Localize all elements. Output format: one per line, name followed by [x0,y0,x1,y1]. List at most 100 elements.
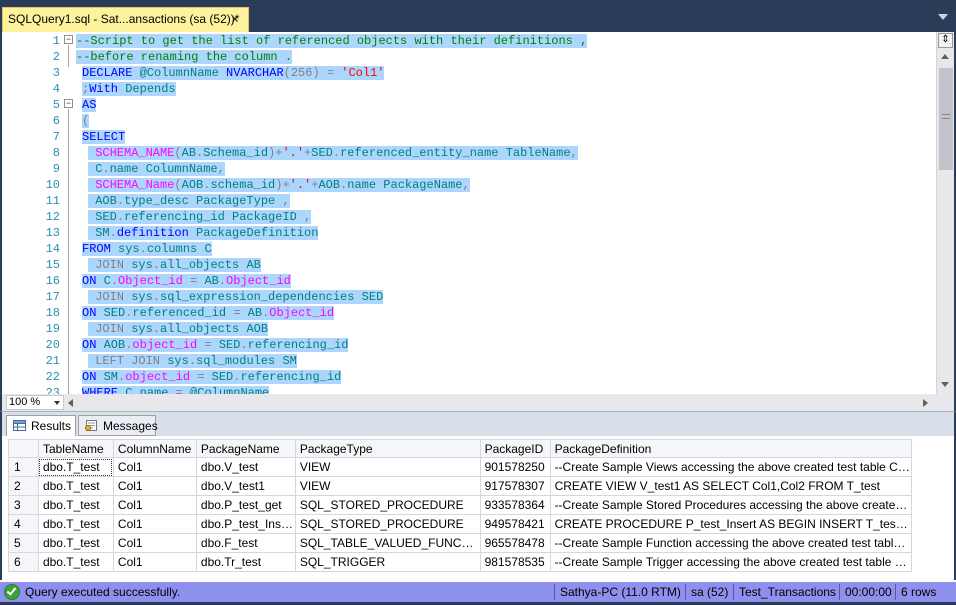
grid-cell[interactable]: dbo.F_test [195,533,296,553]
code-area[interactable]: --Script to get the list of referenced o… [76,32,936,394]
grid-cell[interactable]: --Create Sample Views accessing the abov… [549,457,913,477]
scroll-up-icon[interactable] [941,54,949,59]
column-header[interactable]: PackageName [195,439,296,458]
query-editor[interactable]: 1 2 3 4 5 6 7 8 9 10 11 12 13 14 15 16 17 18 19 20 21 22 23 − … [0,32,956,394]
code-line: FROM sys.columns C [82,241,212,257]
scroll-down-icon[interactable] [941,382,949,387]
selected-text: ( [82,114,90,128]
grid-cell[interactable]: dbo.T_test [37,514,114,534]
row-header-corner[interactable] [8,439,39,458]
grid-cell[interactable]: CREATE VIEW V_test1 AS SELECT Col1,Col2 … [549,476,913,496]
code-token: = [190,274,205,288]
grid-cell[interactable]: CREATE PROCEDURE P_test_Insert AS BEGIN … [549,514,913,534]
code-token: ON [82,306,104,320]
vertical-scrollbar[interactable]: ⇕ [936,32,954,394]
tab-title: SQLQuery1.sql - Sat...ansactions (sa (52… [8,12,240,26]
grid-cell[interactable]: Col1 [112,457,197,477]
code-line: SELECT [82,129,126,145]
grid-cell[interactable]: 917578307 [479,476,551,496]
grid-cell[interactable]: 981578535 [479,552,551,572]
grid-cell[interactable]: dbo.V_test [195,457,296,477]
zoom-value: 100 % [9,396,41,408]
grid-cell[interactable]: dbo.T_test [37,457,114,477]
code-token: DECLARE [82,66,140,80]
code-line: AS [82,97,97,113]
table-row[interactable]: 5 dbo.T_test Col1 dbo.F_test SQL_TABLE_VALUE… [8,533,913,553]
chevron-down-icon [54,401,60,405]
code-token: SM [103,370,119,384]
grid-cell[interactable]: Col1 [112,495,197,515]
grid-cell[interactable]: 933578364 [479,495,551,515]
code-token: . [152,258,161,272]
code-token: AOB [239,322,269,336]
tab-results[interactable]: Results [6,415,76,437]
code-line: JOIN sys.sql_expression_dependencies SED [88,289,384,305]
grid-cell[interactable]: --Create Sample Stored Procedures access… [549,495,913,515]
grid-cell[interactable]: SQL_TABLE_VALUED_FUNCTION [294,533,481,553]
scroll-right-icon[interactable] [923,399,928,407]
code-token: C [103,274,111,288]
row-number[interactable]: 5 [8,533,39,553]
grid-cell[interactable]: SQL_STORED_PROCEDURE [294,495,481,515]
query-document-tab[interactable]: SQLQuery1.sql - Sat...ansactions (sa (52… [2,7,249,32]
code-token: SED [103,306,126,320]
grid-cell[interactable]: 901578250 [479,457,551,477]
row-number[interactable]: 3 [8,495,39,515]
collapse-region-icon[interactable]: − [64,99,73,108]
grid-cell[interactable]: dbo.P_test_Insert [195,514,296,534]
code-token: , [304,210,312,224]
selected-text: LEFT JOIN sys.sql_modules SM [88,354,297,368]
grid-cell[interactable]: dbo.T_test [37,552,114,572]
selected-text: FROM sys.columns C [82,242,212,256]
table-row[interactable]: 4 dbo.T_test Col1 dbo.P_test_Insert SQL_STOR… [8,514,913,534]
line-number: 4 [52,82,60,96]
line-number: 20 [45,338,60,352]
zoom-select[interactable]: 100 % [6,395,64,410]
row-number[interactable]: 6 [8,552,39,572]
grid-cell[interactable]: Col1 [112,533,197,553]
table-row[interactable]: 1 dbo.T_test Col1 dbo.V_test VIEW 901578250 --… [8,457,913,477]
grid-cell[interactable]: Col1 [112,514,197,534]
column-header[interactable]: ColumnName [112,439,197,458]
table-row[interactable]: 6 dbo.T_test Col1 dbo.Tr_test SQL_TRIGGER 981… [8,552,913,572]
row-number[interactable]: 1 [8,457,39,477]
code-token: )+ [275,178,290,192]
grid-cell[interactable]: Col1 [112,552,197,572]
grid-cell[interactable]: VIEW [294,476,481,496]
grid-body: 1 dbo.T_test Col1 dbo.V_test VIEW 901578250 --… [8,457,913,572]
grid-cell[interactable]: dbo.Tr_test [195,552,296,572]
code-token: type_desc PackageType [124,194,283,208]
code-token: With [89,82,126,96]
grid-cell[interactable]: dbo.P_test_get [195,495,296,515]
grid-cell[interactable]: VIEW [294,457,481,477]
grid-cell[interactable]: --Create Sample Trigger accessing the ab… [549,552,913,572]
column-header[interactable]: PackageType [294,439,481,458]
code-token: '.' [282,146,305,160]
scrollbar-thumb[interactable] [939,68,953,170]
grid-cell[interactable]: 965578478 [479,533,551,553]
close-icon[interactable]: × [228,12,242,26]
code-line: WHERE C.name = @ColumnName [82,385,270,394]
table-row[interactable]: 3 dbo.T_test Col1 dbo.P_test_get SQL_STORED_… [8,495,913,515]
scroll-left-icon[interactable] [68,399,73,407]
grid-cell[interactable]: --Create Sample Function accessing the a… [549,533,913,553]
grid-cell[interactable]: Col1 [112,476,197,496]
grid-cell[interactable]: dbo.T_test [37,476,114,496]
row-number[interactable]: 2 [8,476,39,496]
grid-cell[interactable]: SQL_TRIGGER [294,552,481,572]
grid-cell[interactable]: 949578421 [479,514,551,534]
grid-cell[interactable]: SQL_STORED_PROCEDURE [294,514,481,534]
row-number[interactable]: 4 [8,514,39,534]
tab-list-dropdown-icon[interactable] [938,14,948,24]
column-header[interactable]: PackageID [479,439,551,458]
split-window-button[interactable]: ⇕ [938,33,953,48]
table-row[interactable]: 2 dbo.T_test Col1 dbo.V_test1 VIEW 917578307 C… [8,476,913,496]
code-token: all_objects [160,258,240,272]
tab-messages[interactable]: Messages [78,415,158,436]
column-header[interactable]: PackageDefinition [549,439,913,458]
grid-cell[interactable]: dbo.V_test1 [195,476,296,496]
collapse-region-icon[interactable]: − [64,35,73,44]
grid-cell[interactable]: dbo.T_test [37,533,114,553]
column-header[interactable]: TableName [37,439,114,458]
grid-cell[interactable]: dbo.T_test [37,495,114,515]
